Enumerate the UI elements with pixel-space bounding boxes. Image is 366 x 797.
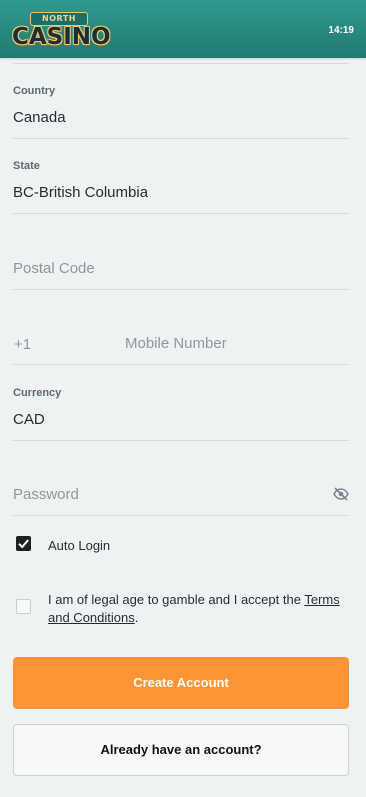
create-account-button[interactable]: Create Account [13,657,349,709]
checkmark-icon [18,539,29,549]
casino-logo[interactable]: NORTH CASINO [12,6,111,52]
mobile-number-input[interactable]: +1 Mobile Number [13,300,349,365]
country-value: Canada [13,109,66,126]
country-select[interactable]: Country Canada [13,74,349,139]
postal-code-placeholder: Postal Code [13,260,95,277]
auto-login-label: Auto Login [48,538,111,553]
terms-link[interactable]: Terms [304,592,339,607]
logo-wordmark: CASINO [12,24,111,50]
country-label: Country [13,85,56,97]
currency-value: CAD [13,411,45,428]
already-have-account-button[interactable]: Already have an account? [13,724,349,776]
top-bar: NORTH CASINO 14:19 [0,0,366,58]
terms-text: I am of legal age to gamble and I accept… [48,591,348,627]
terms-text-after: . [134,610,139,625]
state-value: BC-British Columbia [13,184,149,201]
auto-login-checkbox[interactable] [16,536,31,551]
currency-select[interactable]: Currency CAD [13,376,349,441]
password-input[interactable]: Password [13,451,349,516]
password-placeholder: Password [13,486,79,503]
eye-slash-icon[interactable] [333,486,349,502]
conditions-link[interactable]: and Conditions [48,610,135,625]
previous-field-divider [13,63,349,64]
mobile-number-placeholder: Mobile Number [125,335,227,352]
state-select[interactable]: State BC-British Columbia [13,149,349,214]
currency-label: Currency [13,387,62,399]
state-label: State [13,160,40,172]
terms-checkbox[interactable] [16,599,31,614]
terms-text-before: I am of legal age to gamble and I accept… [48,592,305,607]
country-code-prefix[interactable]: +1 [14,336,31,353]
postal-code-input[interactable]: Postal Code [13,224,349,290]
clock-time: 14:19 [328,25,354,36]
